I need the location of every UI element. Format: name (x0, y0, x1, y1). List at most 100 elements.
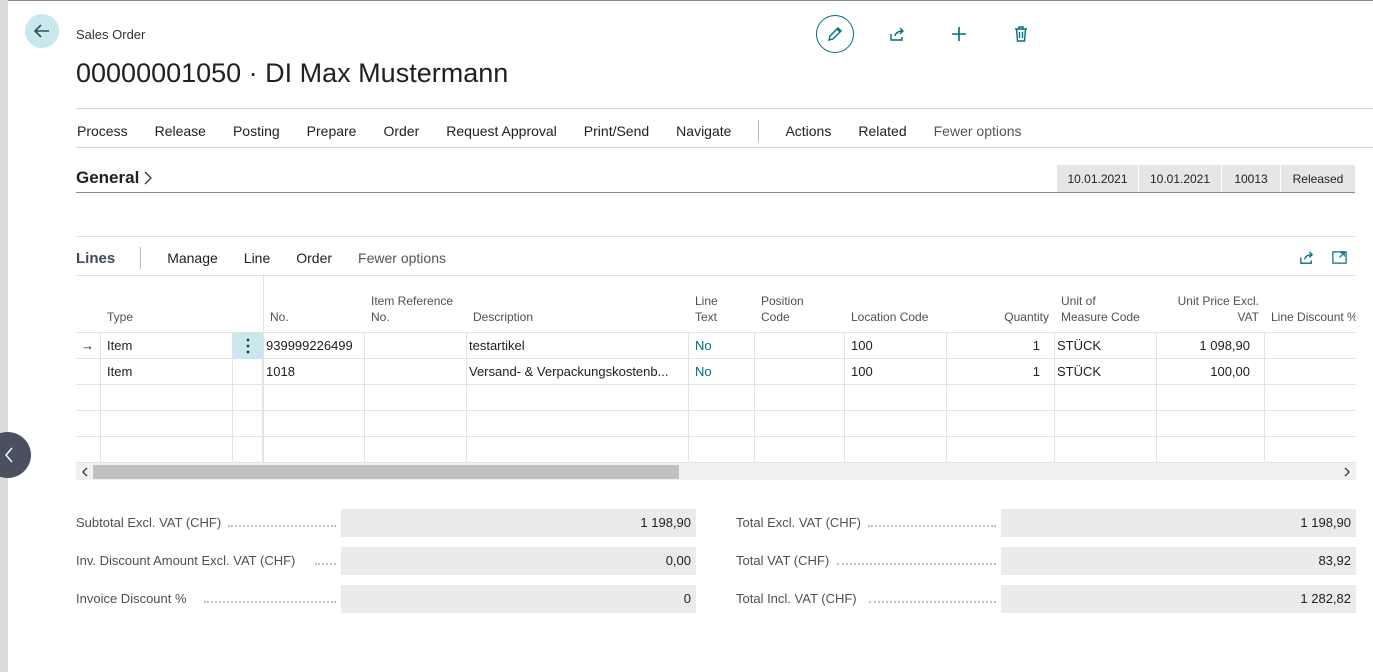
cell-type[interactable] (101, 436, 233, 462)
scroll-left-button[interactable] (78, 465, 92, 479)
col-header-position-code[interactable]: Position Code (755, 276, 845, 332)
cell-unit-of-measure[interactable] (1055, 410, 1157, 436)
cell-line-discount[interactable] (1265, 410, 1356, 436)
cell-position-code[interactable] (755, 436, 845, 462)
cell-item-reference[interactable] (365, 436, 467, 462)
lines-order[interactable]: Order (296, 250, 332, 266)
cell-description[interactable] (467, 384, 689, 410)
cell-unit-price[interactable] (1157, 410, 1265, 436)
cell-line-text[interactable] (689, 410, 755, 436)
cell-location-code[interactable] (845, 410, 947, 436)
cell-unit-of-measure[interactable]: STÜCK (1055, 332, 1157, 358)
cell-item-reference[interactable] (365, 410, 467, 436)
cell-line-text[interactable] (689, 384, 755, 410)
cell-line-discount[interactable] (1265, 384, 1356, 410)
cell-quantity[interactable]: 1 (947, 332, 1055, 358)
inv-discount-amount-value[interactable]: 0,00 (341, 547, 696, 575)
cell-no[interactable]: 1018 (264, 358, 365, 384)
menu-fewer-options[interactable]: Fewer options (934, 123, 1022, 139)
cell-line-discount[interactable] (1265, 332, 1356, 358)
menu-order[interactable]: Order (383, 123, 419, 139)
cell-line-discount[interactable] (1265, 436, 1356, 462)
cell-no[interactable] (264, 410, 365, 436)
cell-item-reference[interactable] (365, 358, 467, 384)
cell-location-code[interactable] (845, 384, 947, 410)
cell-unit-of-measure[interactable] (1055, 384, 1157, 410)
col-header-unit-price[interactable]: Unit Price Excl. VAT (1157, 276, 1265, 332)
cell-no[interactable] (264, 384, 365, 410)
cell-line-text[interactable]: No (689, 332, 755, 358)
scrollbar-thumb[interactable] (93, 465, 679, 479)
col-header-no[interactable]: No. (264, 276, 365, 332)
cell-item-reference[interactable] (365, 332, 467, 358)
cell-unit-price[interactable]: 1 098,90 (1157, 332, 1265, 358)
cell-type[interactable] (101, 384, 233, 410)
col-header-item-reference[interactable]: Item Reference No. (365, 276, 467, 332)
cell-position-code[interactable] (755, 384, 845, 410)
cell-unit-price[interactable] (1157, 384, 1265, 410)
cell-line-text[interactable]: No (689, 358, 755, 384)
cell-description[interactable]: testartikel (467, 332, 689, 358)
cell-location-code[interactable] (845, 436, 947, 462)
col-header-type[interactable]: Type (101, 276, 233, 332)
menu-related[interactable]: Related (858, 123, 906, 139)
cell-description[interactable]: Versand- & Verpackungskostenb... (467, 358, 689, 384)
cell-position-code[interactable] (755, 410, 845, 436)
menu-navigate[interactable]: Navigate (676, 123, 731, 139)
col-header-description[interactable]: Description (467, 276, 689, 332)
cell-description[interactable] (467, 436, 689, 462)
lines-fewer-options[interactable]: Fewer options (358, 250, 446, 266)
cell-location-code[interactable]: 100 (845, 358, 947, 384)
cell-type[interactable]: Item (101, 332, 233, 358)
cell-no[interactable] (264, 436, 365, 462)
col-header-location-code[interactable]: Location Code (845, 276, 947, 332)
cell-line-text[interactable] (689, 436, 755, 462)
menu-process[interactable]: Process (77, 123, 128, 139)
col-header-unit-of-measure[interactable]: Unit of Measure Code (1055, 276, 1157, 332)
new-button[interactable] (940, 15, 978, 53)
lines-expand-button[interactable] (1329, 247, 1349, 267)
row-actions-button[interactable] (233, 333, 263, 359)
cell-line-discount[interactable] (1265, 358, 1356, 384)
cell-item-reference[interactable] (365, 384, 467, 410)
lines-line[interactable]: Line (244, 250, 270, 266)
menu-release[interactable]: Release (155, 123, 206, 139)
lines-share-button[interactable] (1296, 247, 1316, 267)
invoice-discount-percent-value[interactable]: 0 (341, 585, 696, 613)
scroll-right-button[interactable] (1340, 465, 1354, 479)
col-header-line-text[interactable]: Line Text (689, 276, 755, 332)
cell-unit-price[interactable]: 100,00 (1157, 358, 1265, 384)
lines-manage[interactable]: Manage (167, 250, 218, 266)
cell-description[interactable] (467, 410, 689, 436)
cell-unit-of-measure[interactable]: STÜCK (1055, 358, 1157, 384)
menu-actions[interactable]: Actions (785, 123, 831, 139)
edit-button[interactable] (816, 15, 854, 53)
horizontal-scrollbar[interactable] (76, 463, 1356, 480)
label-leader-dots (315, 553, 336, 565)
lines-title[interactable]: Lines (76, 250, 115, 267)
collapse-side-panel-button[interactable] (0, 432, 31, 478)
cell-quantity[interactable] (947, 410, 1055, 436)
col-header-quantity[interactable]: Quantity (947, 276, 1055, 332)
back-button[interactable] (25, 14, 59, 48)
share-button[interactable] (878, 15, 916, 53)
cell-type[interactable] (101, 410, 233, 436)
plus-icon (952, 27, 966, 41)
menu-request-approval[interactable]: Request Approval (446, 123, 557, 139)
cell-quantity[interactable] (947, 384, 1055, 410)
cell-location-code[interactable]: 100 (845, 332, 947, 358)
cell-type[interactable]: Item (101, 358, 233, 384)
general-fasttab-header[interactable]: General (76, 168, 154, 188)
cell-quantity[interactable] (947, 436, 1055, 462)
menu-prepare[interactable]: Prepare (307, 123, 357, 139)
menu-print-send[interactable]: Print/Send (584, 123, 649, 139)
cell-unit-of-measure[interactable] (1055, 436, 1157, 462)
col-header-line-discount[interactable]: Line Discount % (1265, 276, 1356, 332)
cell-position-code[interactable] (755, 332, 845, 358)
delete-button[interactable] (1002, 15, 1040, 53)
cell-unit-price[interactable] (1157, 436, 1265, 462)
cell-no[interactable]: 939999226499 (264, 332, 365, 358)
menu-posting[interactable]: Posting (233, 123, 280, 139)
cell-quantity[interactable]: 1 (947, 358, 1055, 384)
cell-position-code[interactable] (755, 358, 845, 384)
